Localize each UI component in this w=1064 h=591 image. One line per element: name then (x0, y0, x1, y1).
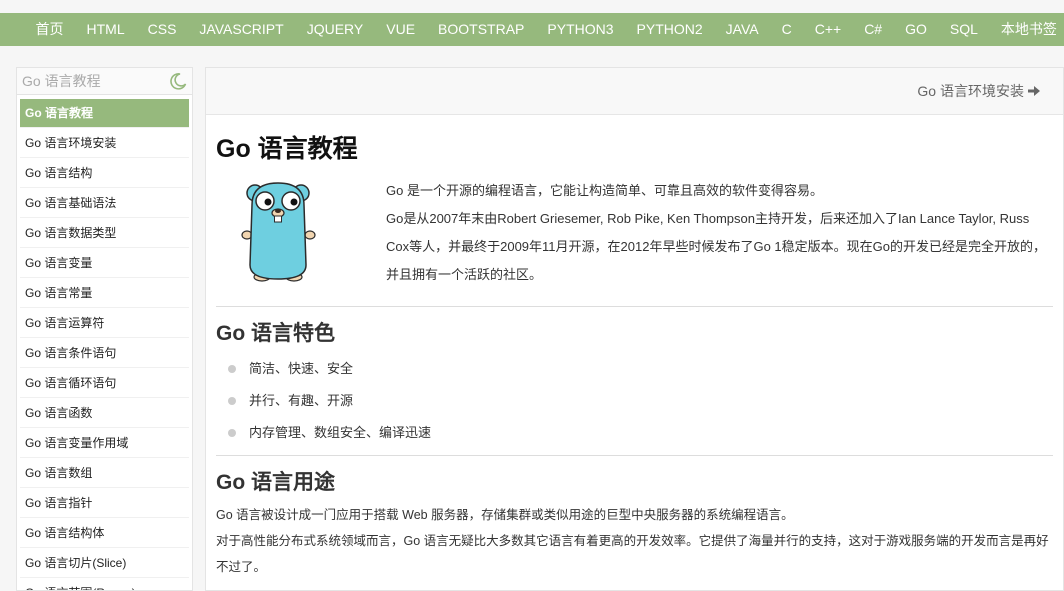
sidebar-item-go-tutorial[interactable]: Go 语言教程 (20, 99, 189, 128)
nav-python3[interactable]: PYTHON3 (536, 13, 625, 46)
feature-item: 并行、有趣、开源 (228, 385, 1053, 417)
intro-paragraph-2: Go是从2007年末由Robert Griesemer, Rob Pike, K… (386, 211, 1046, 282)
nav-csharp[interactable]: C# (853, 13, 894, 46)
feature-item: 简洁、快速、安全 (228, 353, 1053, 385)
divider (216, 455, 1053, 456)
bullet-icon (228, 365, 236, 373)
sidebar-item-scope[interactable]: Go 语言变量作用域 (20, 429, 189, 458)
nav-jquery[interactable]: JQUERY (295, 13, 375, 46)
usage-section: Go 语言被设计成一门应用于搭载 Web 服务器，存储集群或类似用途的巨型中央服… (216, 502, 1053, 580)
nav-home[interactable]: 首页 (24, 13, 75, 46)
nav-html[interactable]: HTML (75, 13, 136, 46)
sidebar-item-constants[interactable]: Go 语言常量 (20, 279, 189, 308)
nav-css[interactable]: CSS (136, 13, 188, 46)
sidebar-item-arrays[interactable]: Go 语言数组 (20, 459, 189, 488)
nav-cpp[interactable]: C++ (803, 13, 852, 46)
sidebar-item-pointers[interactable]: Go 语言指针 (20, 489, 189, 518)
next-page-label: Go 语言环境安装 (917, 83, 1024, 99)
nav-java[interactable]: JAVA (714, 13, 770, 46)
nav-c[interactable]: C (770, 13, 803, 46)
page-layout: Go 语言教程 Go 语言环境安装 Go 语言结构 Go 语言基础语法 Go 语… (16, 67, 1064, 591)
sidebar-search (17, 68, 192, 95)
sidebar: Go 语言教程 Go 语言环境安装 Go 语言结构 Go 语言基础语法 Go 语… (16, 67, 193, 591)
nav-bookmarks[interactable]: 本地书签 (989, 13, 1064, 46)
top-navbar: 首页 HTML CSS JAVASCRIPT JQUERY VUE BOOTST… (0, 13, 1064, 46)
bullet-icon (228, 429, 236, 437)
nav-sql[interactable]: SQL (938, 13, 989, 46)
main-content: Go 语言环境安装 Go 语言教程 Go 是一个开源的编程语言，它能让构造简单、… (205, 67, 1064, 591)
nav-javascript[interactable]: JAVASCRIPT (188, 13, 295, 46)
feature-text: 简洁、快速、安全 (249, 361, 354, 376)
sidebar-list: Go 语言教程 Go 语言环境安装 Go 语言结构 Go 语言基础语法 Go 语… (17, 95, 192, 590)
nav-python2[interactable]: PYTHON2 (625, 13, 714, 46)
sidebar-item-basic-syntax[interactable]: Go 语言基础语法 (20, 189, 189, 218)
usage-paragraph-1: Go 语言被设计成一门应用于搭载 Web 服务器，存储集群或类似用途的巨型中央服… (216, 508, 794, 522)
moon-icon[interactable] (169, 72, 187, 90)
usage-heading: Go 语言用途 (216, 471, 335, 494)
sidebar-item-loops[interactable]: Go 语言循环语句 (20, 369, 189, 398)
sidebar-item-env-install[interactable]: Go 语言环境安装 (20, 129, 189, 158)
nav-go[interactable]: GO (894, 13, 939, 46)
usage-paragraph-2: 对于高性能分布式系统领域而言，Go 语言无疑比大多数其它语言有着更高的开发效率。… (216, 534, 1049, 574)
sidebar-item-range[interactable]: Go 语言范围(Range) (20, 579, 189, 590)
arrow-right-icon (1027, 84, 1041, 98)
intro-text: Go 是一个开源的编程语言，它能让构造简单、可靠且高效的软件变得容易。 Go是从… (386, 177, 1053, 292)
page-title: Go 语言教程 (216, 135, 358, 163)
sidebar-item-operators[interactable]: Go 语言运算符 (20, 309, 189, 338)
divider (216, 306, 1053, 307)
sidebar-item-conditionals[interactable]: Go 语言条件语句 (20, 339, 189, 368)
article: Go 语言教程 Go 是一个开源的编程语言，它能让构造简单、可靠且高效的软件变得… (206, 129, 1063, 580)
sidebar-search-input[interactable] (22, 73, 152, 89)
intro-paragraph-1: Go 是一个开源的编程语言，它能让构造简单、可靠且高效的软件变得容易。 (386, 183, 823, 198)
sidebar-item-structure[interactable]: Go 语言结构 (20, 159, 189, 188)
sidebar-item-data-types[interactable]: Go 语言数据类型 (20, 219, 189, 248)
sidebar-item-structs[interactable]: Go 语言结构体 (20, 519, 189, 548)
next-page-link[interactable]: Go 语言环境安装 (917, 81, 1041, 101)
nav-bootstrap[interactable]: BOOTSTRAP (427, 13, 536, 46)
sidebar-item-slices[interactable]: Go 语言切片(Slice) (20, 549, 189, 578)
feature-text: 并行、有趣、开源 (249, 393, 354, 408)
features-list: 简洁、快速、安全 并行、有趣、开源 内存管理、数组安全、编译迅速 (216, 353, 1053, 449)
intro-section: Go 是一个开源的编程语言，它能让构造简单、可靠且高效的软件变得容易。 Go是从… (216, 177, 1053, 292)
bullet-icon (228, 397, 236, 405)
sidebar-item-functions[interactable]: Go 语言函数 (20, 399, 189, 428)
go-gopher-image (216, 177, 386, 292)
feature-item: 内存管理、数组安全、编译迅速 (228, 417, 1053, 449)
top-strip (0, 0, 1064, 13)
feature-text: 内存管理、数组安全、编译迅速 (249, 425, 432, 440)
features-heading: Go 语言特色 (216, 322, 335, 345)
nav-vue[interactable]: VUE (375, 13, 427, 46)
sidebar-item-variables[interactable]: Go 语言变量 (20, 249, 189, 278)
main-header: Go 语言环境安装 (206, 68, 1063, 115)
